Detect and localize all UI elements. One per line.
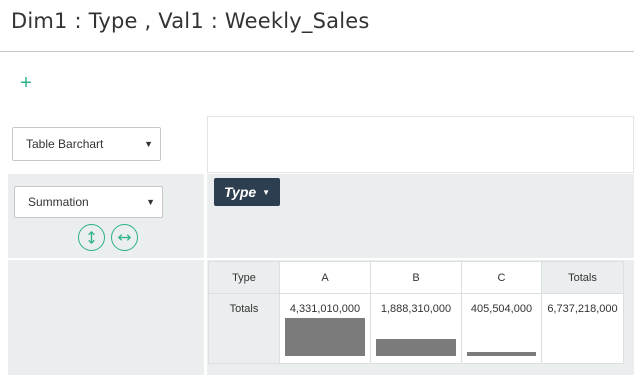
row-sort-button[interactable] (78, 224, 105, 251)
attribute-pill-type[interactable]: Type ▼ (214, 178, 281, 206)
add-icon[interactable]: + (17, 73, 35, 93)
renderer-select-value: Table Barchart (26, 137, 104, 151)
column-header: C (461, 261, 542, 294)
table-row: Totals 4,331,010,000 1,888,310,000 405,5… (208, 293, 624, 364)
caret-down-icon: ▼ (144, 139, 153, 149)
pivot-table-area: Type A B C Totals Totals 4,331,010,000 1… (207, 260, 634, 375)
axis-label: Type (208, 261, 280, 294)
caret-down-icon[interactable]: ▼ (262, 188, 270, 197)
table-header-row: Type A B C Totals (208, 261, 624, 294)
cell-value: 405,504,000 (470, 303, 533, 315)
cell-value: 4,331,010,000 (289, 303, 361, 315)
bar-a (285, 318, 365, 356)
caret-down-icon: ▼ (146, 197, 155, 207)
column-attributes-dropzone[interactable] (207, 116, 634, 173)
value-cell: 1,888,310,000 (370, 293, 462, 364)
row-labels-area (8, 260, 204, 375)
value-cell: 405,504,000 (461, 293, 542, 364)
column-header: A (279, 261, 371, 294)
totals-header: Totals (541, 261, 624, 294)
pivot-table: Type A B C Totals Totals 4,331,010,000 1… (208, 261, 624, 364)
page-title: Dim1 : Type , Val1 : Weekly_Sales (11, 9, 370, 33)
title-bar: Dim1 : Type , Val1 : Weekly_Sales (0, 0, 634, 52)
renderer-select[interactable]: Table Barchart ▼ (12, 127, 161, 161)
cell-value: 1,888,310,000 (380, 303, 452, 315)
row-attributes-dropzone[interactable]: Type ▼ (207, 174, 634, 258)
attribute-pill-label: Type (224, 184, 257, 200)
aggregator-select-value: Summation (28, 195, 89, 209)
aggregator-panel: Summation ▼ (8, 174, 204, 258)
bar-b (376, 339, 456, 356)
horizontal-arrows-icon (117, 234, 132, 241)
bar-c (467, 352, 536, 356)
value-cell: 4,331,010,000 (279, 293, 371, 364)
row-totals-label: Totals (208, 293, 280, 364)
column-sort-button[interactable] (111, 224, 138, 251)
aggregator-select[interactable]: Summation ▼ (14, 186, 163, 218)
grand-total-value: 6,737,218,000 (547, 303, 618, 315)
vertical-arrows-icon (88, 230, 95, 245)
column-header: B (370, 261, 462, 294)
grand-total-cell: 6,737,218,000 (541, 293, 624, 364)
